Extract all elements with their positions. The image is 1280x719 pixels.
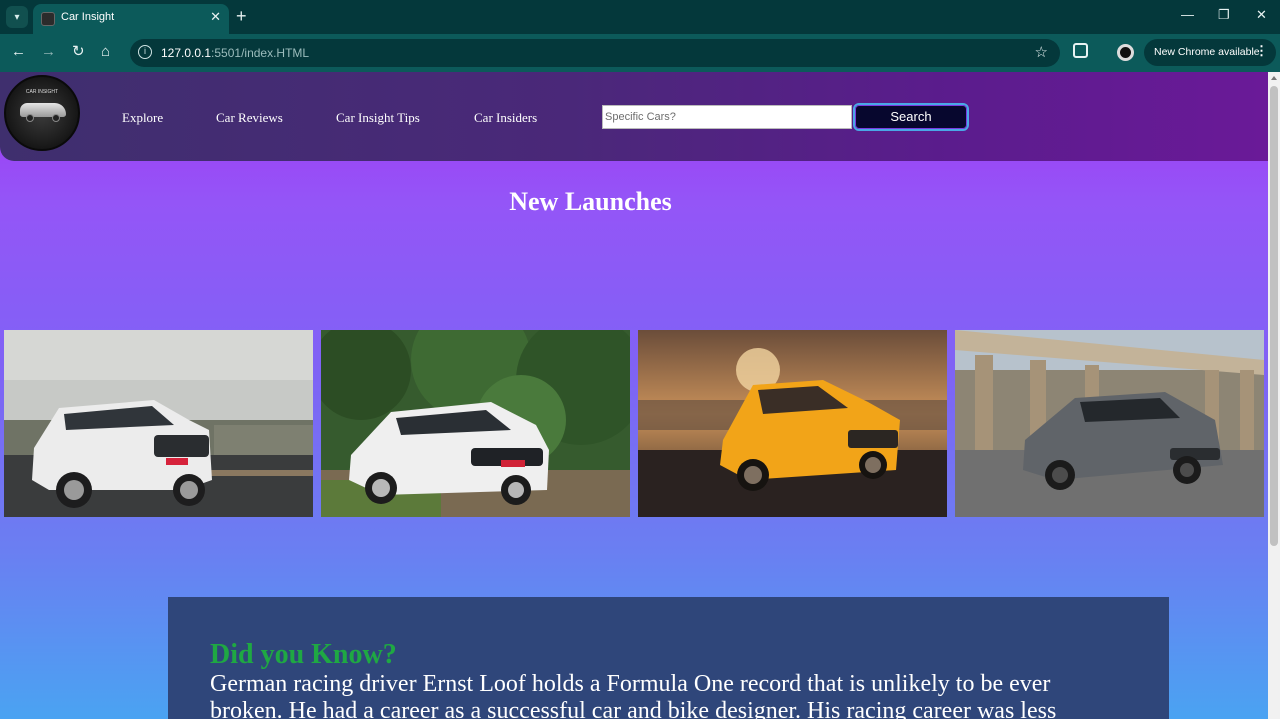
car-card-3[interactable] [638,330,947,517]
tab-close-icon[interactable]: ✕ [210,9,221,25]
page-scrollbar[interactable] [1268,72,1280,719]
logo-wheel-icon [52,114,60,122]
scrollbar-thumb[interactable] [1270,86,1278,546]
tab-title: Car Insight [61,11,115,23]
orange-suv-photo [638,330,947,517]
new-tab-plus-icon[interactable]: + [236,6,247,26]
new-chrome-available-button[interactable]: New Chrome available ⋮ [1144,39,1276,66]
url-host: 127.0.0.1 [161,46,212,60]
site-logo[interactable]: CAR INSIGHT [4,75,80,151]
extensions-icon[interactable] [1073,43,1088,58]
section-title-new-launches: New Launches [509,187,672,216]
more-menu-icon[interactable]: ⋮ [1255,43,1268,59]
tab-search-icon[interactable]: ▾ [6,6,28,28]
profile-avatar[interactable] [1117,44,1134,61]
scroll-up-arrow-icon[interactable] [1271,76,1277,80]
nav-car-insight-tips[interactable]: Car Insight Tips [336,110,420,126]
search-input[interactable] [602,105,852,129]
favicon-icon [41,12,55,26]
did-you-know-heading: Did you Know? [210,639,397,670]
did-you-know-panel: Did you Know? German racing driver Ernst… [168,597,1169,719]
car-card-2[interactable] [321,330,630,517]
grey-ev-crossover-photo [955,330,1264,517]
url-text[interactable]: 127.0.0.1:5501/index.HTML [161,46,309,60]
browser-tab-bar: ▾ Car Insight ✕ + — ❐ ✕ [0,0,1280,34]
browser-tab[interactable]: Car Insight ✕ [33,4,229,34]
site-header: CAR INSIGHT Explore Car Reviews Car Insi… [0,72,1268,161]
bookmark-star-icon[interactable]: ☆ [1035,43,1048,61]
nav-car-insiders[interactable]: Car Insiders [474,110,537,126]
restore-icon[interactable]: ❐ [1218,7,1230,23]
logo-wheel-icon [26,114,34,122]
logo-text: CAR INSIGHT [25,89,59,95]
white-compact-suv-photo [321,330,630,517]
nav-car-reviews[interactable]: Car Reviews [216,110,283,126]
url-path: :5501/index.HTML [211,46,310,60]
white-suv-photo [4,330,313,517]
close-icon[interactable]: ✕ [1256,7,1267,23]
did-you-know-body: German racing driver Ernst Loof holds a … [210,671,1057,719]
new-chrome-label: New Chrome available [1154,46,1260,58]
car-card-1[interactable] [4,330,313,517]
nav-explore[interactable]: Explore [122,110,163,126]
search-button[interactable]: Search [853,103,969,131]
car-card-4[interactable] [955,330,1264,517]
minimize-icon[interactable]: — [1181,7,1194,22]
forward-icon[interactable]: → [41,43,56,61]
back-icon[interactable]: ← [11,43,26,61]
home-icon[interactable]: ⌂ [101,43,110,61]
address-bar[interactable]: i 127.0.0.1:5501/index.HTML ☆ [130,39,1060,67]
page-viewport: CAR INSIGHT Explore Car Reviews Car Insi… [0,72,1268,719]
browser-toolbar: ← → ↻ ⌂ i 127.0.0.1:5501/index.HTML ☆ Ne… [0,34,1280,72]
reload-icon[interactable]: ↻ [72,43,85,61]
site-info-icon[interactable]: i [138,45,152,59]
